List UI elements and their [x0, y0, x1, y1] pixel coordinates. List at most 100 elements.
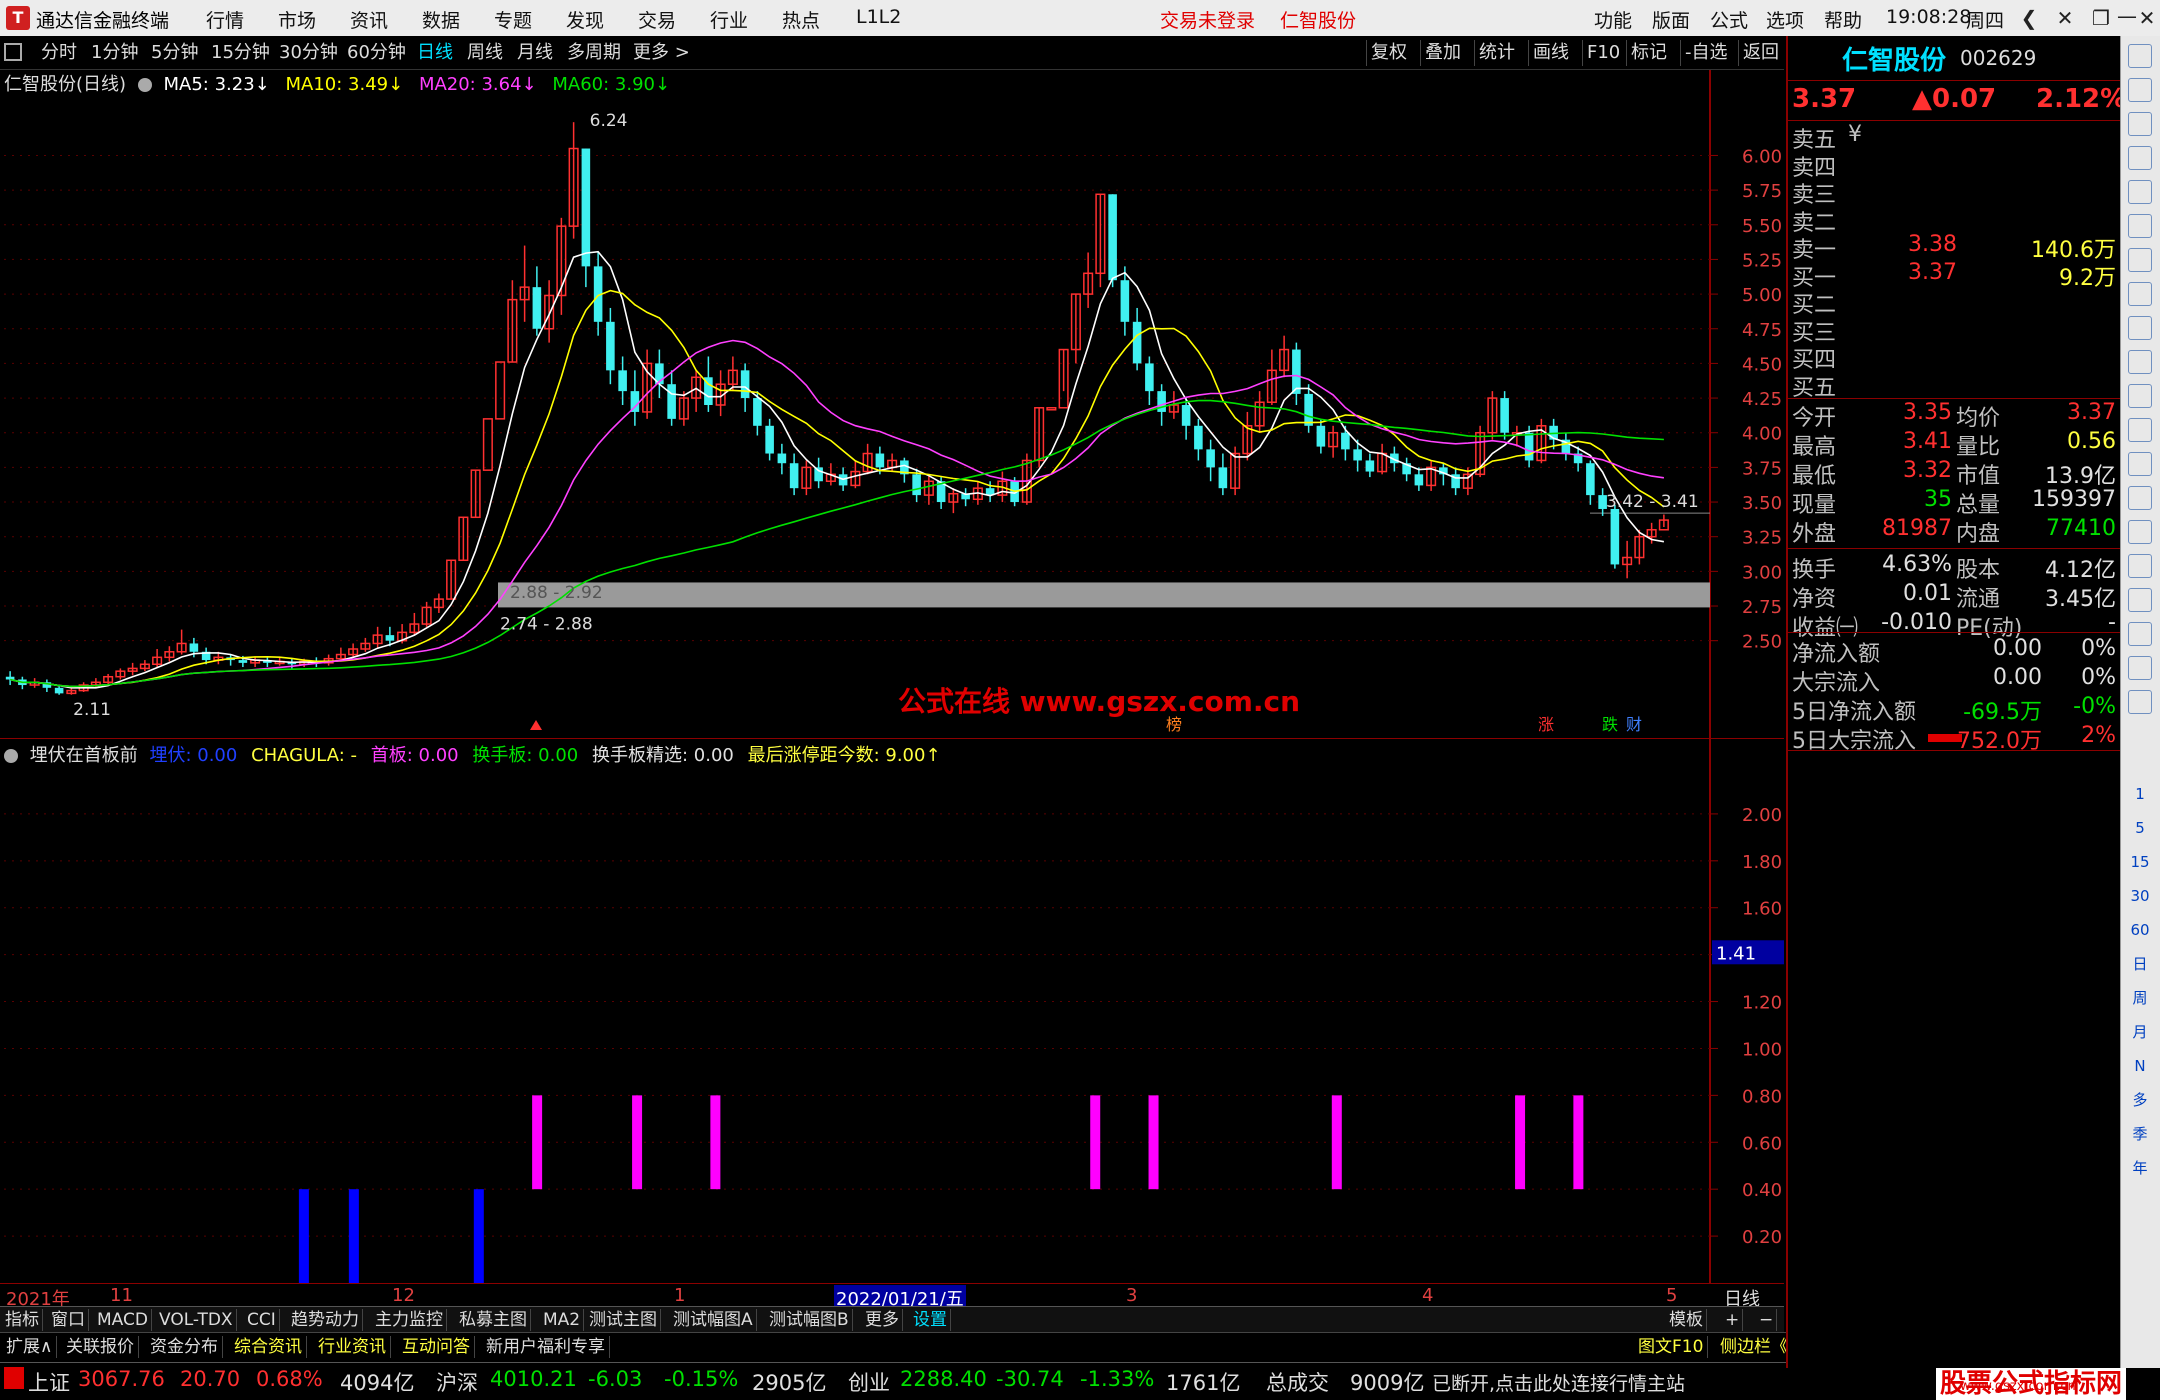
indicator-chart[interactable]: 2.001.801.601.401.201.000.800.600.400.20… [0, 739, 1784, 1283]
indicator-pane[interactable]: 埋伏在首板前 埋伏: 0.00 CHAGULA: - 首板: 0.00 换手板:… [0, 739, 1784, 1283]
up-icon[interactable] [2128, 78, 2152, 102]
pen-icon[interactable] [2128, 622, 2152, 646]
huaxian-button[interactable]: 画线 [1528, 40, 1573, 66]
tab-hudong[interactable]: 互动问答 [398, 1336, 475, 1358]
menu-faxian[interactable]: 发现 [566, 6, 604, 33]
sidebar-period-8[interactable]: N [2125, 1052, 2155, 1080]
tab-newuser[interactable]: 新用户福利专享 [482, 1336, 610, 1358]
tab-simu[interactable]: 私募主图 [456, 1309, 531, 1331]
tab-ceshi-futu-a[interactable]: 测试幅图A [670, 1309, 757, 1331]
period-fenshi[interactable]: 分时 [38, 40, 80, 66]
news-icon[interactable] [2128, 350, 2152, 374]
tab-qushi[interactable]: 趋势动力 [288, 1309, 363, 1331]
add-button[interactable]: + [1722, 1309, 1744, 1331]
down-icon[interactable] [2128, 112, 2152, 136]
period-month[interactable]: 月线 [514, 40, 556, 66]
tab-hangye-zixun[interactable]: 行业资讯 [314, 1336, 391, 1358]
period-15min[interactable]: 15分钟 [208, 40, 273, 66]
period-1min[interactable]: 1分钟 [88, 40, 141, 66]
biaoji-button[interactable]: 标记 [1626, 40, 1671, 66]
sell-row[interactable]: 卖一 3.38 140.6万 [1788, 232, 2122, 263]
fuquan-button[interactable]: 复权 [1366, 40, 1411, 66]
tab-zhuli[interactable]: 主力监控 [372, 1309, 447, 1331]
buy-row[interactable]: 买三 [1788, 315, 2122, 346]
sell-row[interactable]: 卖三 [1788, 177, 2122, 208]
tab-zonghe[interactable]: 综合资讯 [230, 1336, 307, 1358]
menu-hangqing[interactable]: 行情 [206, 6, 244, 33]
menu-gongneng[interactable]: 功能 [1594, 6, 1632, 33]
menu-hangye[interactable]: 行业 [710, 6, 748, 33]
tongji-button[interactable]: 统计 [1474, 40, 1519, 66]
tab-ma2[interactable]: MA2 [540, 1309, 585, 1331]
connection-message[interactable]: 已断开,点击此处连接行情主站 [1432, 1369, 1685, 1396]
tab-ceshi-futu-b[interactable]: 测试幅图B [766, 1309, 853, 1331]
login-status[interactable]: 交易未登录 [1160, 6, 1255, 33]
menu-jiaoyi[interactable]: 交易 [638, 6, 676, 33]
target-icon[interactable] [2128, 486, 2152, 510]
tab-zijin[interactable]: 资金分布 [146, 1336, 223, 1358]
cy-label[interactable]: 创业 [848, 1367, 890, 1397]
menu-xuanxiang[interactable]: 选项 [1766, 6, 1804, 33]
buy-row[interactable]: 买二 [1788, 287, 2122, 318]
tab-settings[interactable]: 设置 [910, 1309, 951, 1331]
compass-icon[interactable] [2128, 588, 2152, 612]
chart-icon[interactable] [2128, 214, 2152, 238]
back-icon[interactable]: ❮ [2014, 4, 2044, 32]
remove-button[interactable]: − [1756, 1309, 1778, 1331]
period-day[interactable]: 日线 [414, 40, 456, 66]
menu-zixun[interactable]: 资讯 [350, 6, 388, 33]
menu-bangzhu[interactable]: 帮助 [1824, 6, 1862, 33]
tab-macd[interactable]: MACD [94, 1309, 152, 1331]
menu-shuju[interactable]: 数据 [422, 6, 460, 33]
tab-vol-tdx[interactable]: VOL-TDX [156, 1309, 237, 1331]
sidebar-period-11[interactable]: 年 [2125, 1154, 2155, 1182]
back-button[interactable]: 返回 [1738, 40, 1783, 66]
menu-l1l2[interactable]: L1L2 [856, 6, 901, 28]
menu-gongshi[interactable]: 公式 [1710, 6, 1748, 33]
menu-banmian[interactable]: 版面 [1652, 6, 1690, 33]
list-icon[interactable] [2128, 146, 2152, 170]
fs-icon[interactable] [2128, 656, 2152, 680]
tab-chuangkou[interactable]: 窗口 [48, 1309, 89, 1331]
menu-redian[interactable]: 热点 [782, 6, 820, 33]
template-button[interactable]: 模板 [1666, 1309, 1707, 1331]
menu-shichang[interactable]: 市场 [278, 6, 316, 33]
sell-row[interactable]: 卖二 [1788, 205, 2122, 236]
grid-icon[interactable] [2128, 180, 2152, 204]
tab-more[interactable]: 更多 [862, 1309, 903, 1331]
rsi-icon[interactable] [2128, 554, 2152, 578]
period-week[interactable]: 周线 [464, 40, 506, 66]
tab-kuozhan[interactable]: 扩展∧ [2, 1336, 58, 1358]
sidebar-period-1[interactable]: 5 [2125, 814, 2155, 842]
tab-zhibiao[interactable]: 指标 [2, 1309, 43, 1331]
sidebar-period-6[interactable]: 周 [2125, 984, 2155, 1012]
sidebar-period-3[interactable]: 30 [2125, 882, 2155, 910]
period-5min[interactable]: 5分钟 [148, 40, 201, 66]
fund-icon[interactable] [2128, 384, 2152, 408]
diejia-button[interactable]: 叠加 [1420, 40, 1465, 66]
layout-icon[interactable] [4, 43, 22, 61]
buy-row[interactable]: 买五 [1788, 370, 2122, 401]
close-icon[interactable]: ✕ [2132, 4, 2160, 32]
scan-icon[interactable] [2128, 520, 2152, 544]
tab-guanlian[interactable]: 关联报价 [62, 1336, 139, 1358]
main-chart-area[interactable]: 仁智股份(日线) MA5: 3.23↓ MA10: 3.49↓ MA20: 3.… [0, 70, 1784, 738]
hs-label[interactable]: 沪深 [436, 1367, 478, 1397]
sidebar-period-10[interactable]: 季 [2125, 1120, 2155, 1148]
sh-label[interactable]: 上证 [28, 1367, 70, 1397]
close-small-icon[interactable]: ✕ [2050, 4, 2080, 32]
sidebar-period-4[interactable]: 60 [2125, 916, 2155, 944]
tab-cci[interactable]: CCI [244, 1309, 280, 1331]
tab-f10[interactable]: 图文F10 [1634, 1336, 1709, 1358]
period-30min[interactable]: 30分钟 [276, 40, 341, 66]
tab-sidebar[interactable]: 侧边栏《 [1716, 1336, 1793, 1358]
menu-zhuanti[interactable]: 专题 [494, 6, 532, 33]
f10-icon[interactable] [2128, 316, 2152, 340]
sidebar-period-5[interactable]: 日 [2125, 950, 2155, 978]
sidebar-period-9[interactable]: 多 [2125, 1086, 2155, 1114]
zixuan-button[interactable]: -自选 [1680, 40, 1732, 66]
period-more[interactable]: 更多 > [630, 40, 693, 66]
period-60min[interactable]: 60分钟 [344, 40, 409, 66]
table-icon[interactable] [2128, 282, 2152, 306]
sell-row[interactable]: 卖四 [1788, 150, 2122, 181]
